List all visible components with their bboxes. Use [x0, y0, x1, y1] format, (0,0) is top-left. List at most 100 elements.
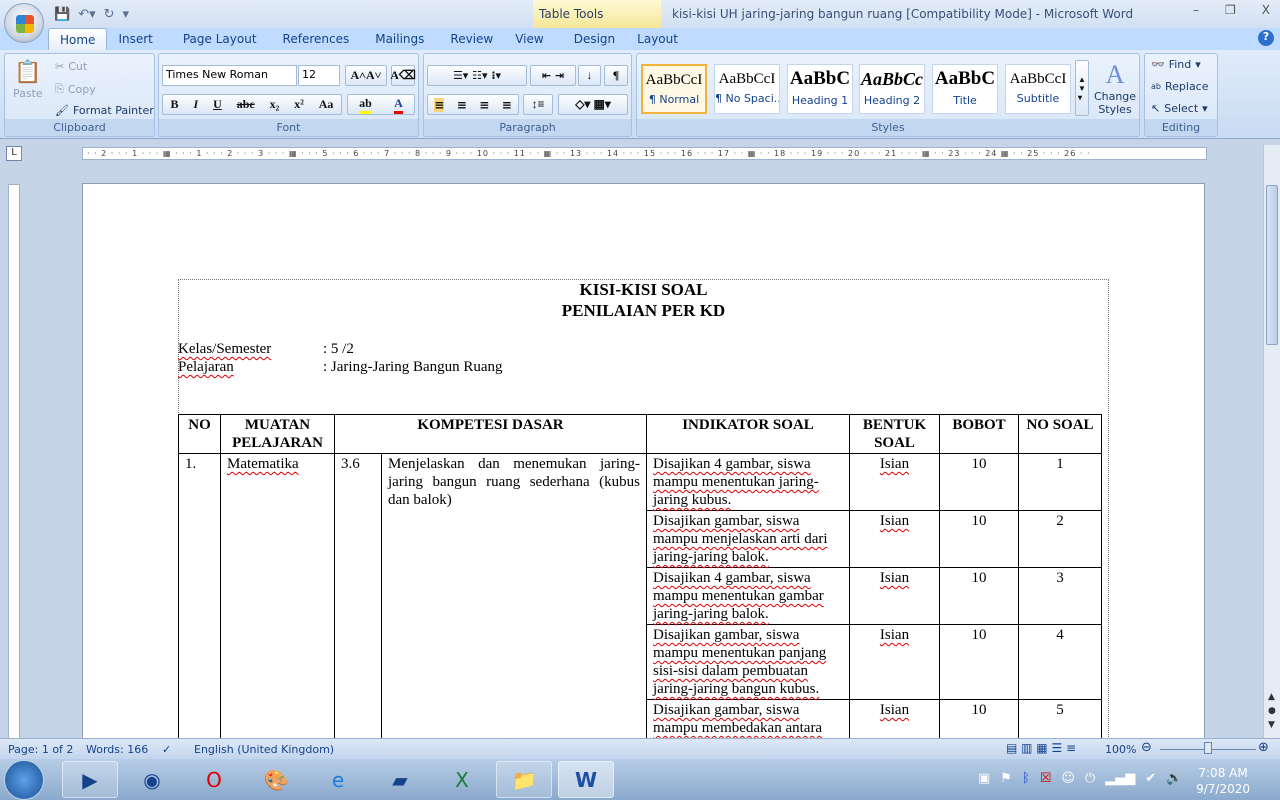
- start-button[interactable]: [4, 760, 44, 800]
- zoom-slider-thumb[interactable]: [1204, 742, 1212, 754]
- help-icon[interactable]: ?: [1258, 30, 1274, 46]
- horizontal-ruler[interactable]: · · 2 · · · 1 · · · ▦ · · · 1 · · · 2 · …: [82, 147, 1207, 160]
- window-title: kisi-kisi UH jaring-jaring bangun ruang …: [672, 7, 1134, 21]
- minimize-button[interactable]: –: [1193, 3, 1199, 17]
- undo-icon[interactable]: ↶▾: [78, 7, 95, 22]
- subscript-icon[interactable]: x₂: [270, 97, 280, 112]
- font-format-buttons: B I Uabc x₂ x² Aa: [162, 94, 342, 115]
- tab-insert[interactable]: Insert: [107, 28, 163, 50]
- clock[interactable]: 7:08 AM 9/7/2020: [1196, 765, 1250, 797]
- strikethrough-icon[interactable]: abc: [237, 97, 255, 112]
- clear-formatting-icon[interactable]: A⌫: [390, 65, 416, 86]
- tab-view[interactable]: View: [504, 28, 554, 50]
- tab-review[interactable]: Review: [439, 28, 504, 50]
- usb-icon[interactable]: ✔: [1145, 771, 1156, 786]
- replace-icon: ab: [1151, 82, 1161, 91]
- user-icon[interactable]: ☺: [1061, 771, 1075, 786]
- styles-scroll[interactable]: ▲ ▼ ▾: [1075, 60, 1089, 116]
- style-heading-1[interactable]: AaBbC Heading 1: [787, 64, 853, 114]
- paste-button[interactable]: 📋 Paste: [13, 60, 43, 100]
- show-marks-icon[interactable]: ¶: [604, 65, 628, 86]
- cell-indikator: Disajikan 4 gambar, siswa mampu menentuk…: [646, 453, 850, 511]
- style-normal[interactable]: AaBbCcI ¶ Normal: [641, 64, 707, 114]
- zoom-level[interactable]: 100%: [1105, 743, 1136, 756]
- change-styles-button[interactable]: A Change Styles: [1093, 60, 1137, 116]
- find-button[interactable]: 👓 Find ▾: [1151, 58, 1201, 71]
- justify-icon[interactable]: ≡: [502, 98, 512, 112]
- taskbar-ie[interactable]: e: [310, 761, 366, 798]
- taskbar-opera[interactable]: O: [186, 761, 242, 798]
- signal-icon[interactable]: ▂▄▆: [1105, 771, 1135, 786]
- taskbar-word[interactable]: W: [558, 761, 614, 798]
- word-count[interactable]: Words: 166: [86, 743, 148, 756]
- copy-button[interactable]: ⎘ Copy: [55, 82, 96, 96]
- office-button[interactable]: [4, 3, 44, 43]
- network-error-icon[interactable]: ☒: [1040, 771, 1052, 786]
- underline-icon[interactable]: U: [213, 97, 222, 112]
- taskbar-media-player[interactable]: ▶: [62, 761, 118, 798]
- change-case-icon[interactable]: Aa: [319, 97, 334, 112]
- indent-buttons[interactable]: ⇤ ⇥: [530, 65, 576, 86]
- volume-icon[interactable]: 🔊: [1166, 771, 1182, 786]
- tab-layout[interactable]: Layout: [626, 28, 689, 50]
- tab-design[interactable]: Design: [563, 28, 626, 50]
- taskbar-chrome[interactable]: ◉: [124, 761, 180, 798]
- list-buttons[interactable]: ☰▾ ☷▾ ⁝▾: [427, 65, 527, 86]
- shading-borders-icons[interactable]: ◇▾ ▦▾: [558, 94, 628, 115]
- vertical-ruler[interactable]: [4, 166, 22, 744]
- align-right-icon[interactable]: ≡: [479, 98, 489, 112]
- close-button[interactable]: X: [1262, 3, 1270, 17]
- onenote-icon[interactable]: ▣: [978, 771, 990, 786]
- tab-mailings[interactable]: Mailings: [364, 28, 435, 50]
- restore-button[interactable]: ❐: [1225, 3, 1236, 17]
- font-name-select[interactable]: Times New Roman: [162, 65, 297, 86]
- style-no-spacing[interactable]: AaBbCcI ¶ No Spaci...: [714, 64, 780, 114]
- cell-no: 1.: [178, 453, 221, 738]
- tab-home[interactable]: Home: [48, 28, 108, 50]
- tab-selector-button[interactable]: L: [6, 146, 22, 161]
- zoom-in-icon[interactable]: ⊕: [1258, 740, 1269, 755]
- align-left-icon[interactable]: ≡: [434, 97, 445, 112]
- browse-buttons[interactable]: ▲ ● ▼: [1268, 690, 1276, 732]
- save-icon[interactable]: 💾: [46, 7, 70, 22]
- highlight-icon[interactable]: ab: [359, 96, 372, 114]
- italic-icon[interactable]: I: [193, 97, 198, 112]
- styles-group: AaBbCcI ¶ Normal AaBbCcI ¶ No Spaci... AaB…: [636, 53, 1140, 137]
- view-buttons[interactable]: ▤ ▥ ▦ ☰ ≡: [1006, 741, 1076, 755]
- customize-qat-icon[interactable]: ▾: [123, 7, 130, 22]
- tab-page-layout[interactable]: Page Layout: [172, 28, 268, 50]
- select-button[interactable]: ↖ Select ▾: [1151, 102, 1208, 115]
- taskbar-paint[interactable]: 🎨: [248, 761, 304, 798]
- flag-icon[interactable]: ⚑: [1000, 771, 1012, 786]
- font-size-select[interactable]: 12: [298, 65, 340, 86]
- sort-icon[interactable]: ↓: [578, 65, 601, 86]
- scrollbar-thumb[interactable]: [1266, 185, 1278, 345]
- font-color-icon[interactable]: A: [394, 96, 403, 114]
- brush-icon: 🖌: [55, 104, 69, 117]
- doc-title: KISI-KISI SOAL: [579, 280, 708, 299]
- superscript-icon[interactable]: x²: [294, 97, 304, 112]
- proofing-icon[interactable]: ✓: [162, 743, 171, 756]
- replace-button[interactable]: ab Replace: [1151, 80, 1209, 93]
- zoom-out-icon[interactable]: ⊖: [1141, 740, 1152, 755]
- tab-references[interactable]: References: [272, 28, 361, 50]
- format-painter-button[interactable]: 🖌 Format Painter: [55, 104, 154, 117]
- grow-shrink-font-buttons[interactable]: A˄A˅: [345, 65, 387, 86]
- line-spacing-icon[interactable]: ↕≡: [523, 94, 553, 115]
- taskbar-explorer[interactable]: 📁: [496, 761, 552, 798]
- page-count[interactable]: Page: 1 of 2: [8, 743, 73, 756]
- header-bobot: BOBOT: [939, 414, 1019, 454]
- taskbar-excel[interactable]: X: [434, 761, 490, 798]
- language[interactable]: English (United Kingdom): [194, 743, 334, 756]
- bold-icon[interactable]: B: [170, 97, 178, 112]
- style-title[interactable]: AaBbC Title: [932, 64, 998, 114]
- vertical-scrollbar[interactable]: ▲ ● ▼: [1263, 145, 1280, 738]
- style-heading-2[interactable]: AaBbCc Heading 2: [859, 64, 925, 114]
- align-center-icon[interactable]: ≡: [457, 98, 467, 112]
- power-icon[interactable]: ⏻: [1085, 771, 1095, 786]
- taskbar-app[interactable]: ▰: [372, 761, 428, 798]
- style-subtitle[interactable]: AaBbCcI Subtitle: [1005, 64, 1071, 114]
- cut-button[interactable]: ✂ Cut: [55, 60, 87, 73]
- bluetooth-icon[interactable]: ᛒ: [1022, 771, 1030, 786]
- redo-icon[interactable]: ↻: [104, 7, 115, 22]
